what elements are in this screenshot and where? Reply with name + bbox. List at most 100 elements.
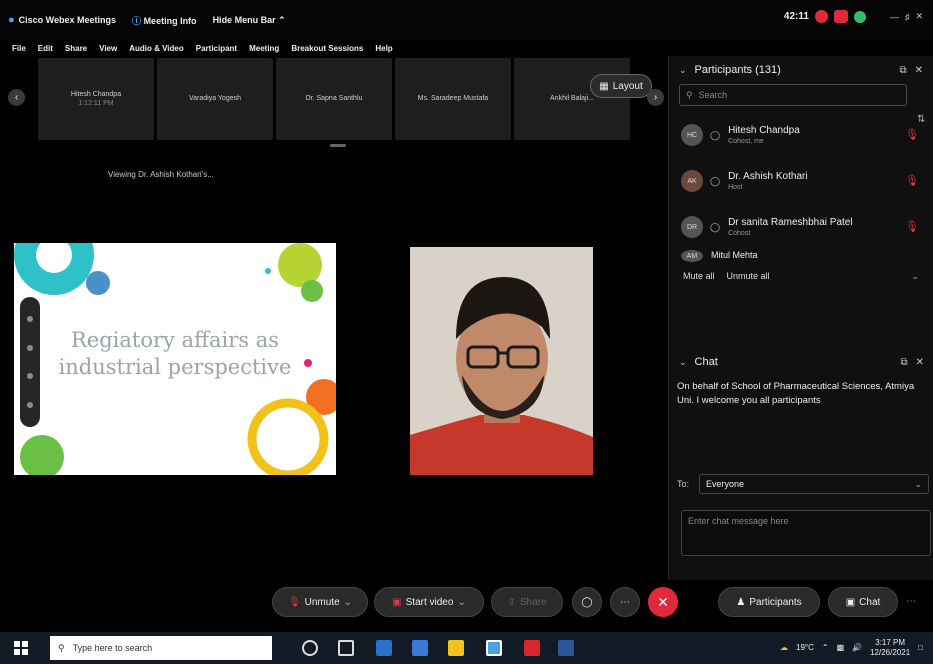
menu-help[interactable]: Help — [375, 44, 392, 53]
annotation-toolbar[interactable] — [20, 297, 40, 427]
strip-next-button[interactable]: › — [647, 89, 664, 106]
chevron-down-icon: ⌄ — [914, 478, 922, 489]
pin-icon[interactable]: ♯ — [905, 12, 910, 22]
close-panel-icon[interactable]: ✕ — [916, 357, 924, 368]
minimize-icon[interactable]: — — [890, 12, 899, 22]
notification-icon[interactable]: □ — [918, 643, 923, 652]
clock-time: 3:17 PM — [875, 638, 906, 647]
audio-icon: ◯ — [710, 175, 721, 186]
chevron-down-icon[interactable]: ⌄ — [344, 597, 352, 608]
resize-handle[interactable] — [330, 144, 346, 147]
recipient-select[interactable]: Everyone ⌄ — [699, 474, 929, 494]
participant-thumbnail[interactable]: Varadiya Yogesh — [157, 58, 273, 140]
thumbnail-name: Ankhil Balaji... — [550, 95, 594, 103]
avatar: DR — [681, 216, 703, 238]
side-panel: ⌄ Participants (131) ⧉ ✕ ⚲ Search ⇅ HC ◯ … — [668, 56, 933, 580]
close-panel-icon[interactable]: ✕ — [915, 65, 923, 76]
leave-meeting-button[interactable]: ✕ — [648, 587, 678, 617]
popout-icon[interactable]: ⧉ — [900, 357, 907, 368]
webex-logo-icon: ● — [8, 14, 15, 26]
menu-share[interactable]: Share — [65, 44, 87, 53]
participant-name: Dr. Ashish Kothari — [728, 171, 808, 182]
more-icon: ⋯ — [620, 596, 630, 608]
word-icon[interactable] — [558, 640, 574, 656]
unmute-all-button[interactable]: Unmute all — [727, 271, 770, 281]
task-view-icon[interactable] — [338, 640, 354, 656]
zoom-icon[interactable] — [27, 373, 33, 380]
menu-edit[interactable]: Edit — [38, 44, 53, 53]
mute-all-button[interactable]: Mute all — [683, 271, 715, 281]
title-bar: ● Cisco Webex Meetings ⓘ Meeting Info Hi… — [0, 0, 933, 40]
record-stop-icon[interactable] — [833, 10, 848, 23]
close-icon[interactable]: ✕ — [915, 11, 923, 22]
menu-breakout-sessions[interactable]: Breakout Sessions — [291, 44, 363, 53]
taskbar-search-input[interactable]: ⚲ Type here to search — [50, 636, 272, 660]
acrobat-icon[interactable] — [524, 640, 540, 656]
mic-muted-icon[interactable]: 🎙 — [905, 128, 919, 141]
chevron-down-icon[interactable]: ⌄ — [679, 65, 687, 76]
cortana-icon[interactable] — [302, 640, 318, 656]
chevron-down-icon[interactable]: ⌄ — [457, 597, 465, 608]
chevron-down-icon[interactable]: ⌄ — [911, 271, 919, 282]
record-button[interactable]: ◯ — [572, 587, 602, 617]
unmute-label: Unmute — [304, 596, 340, 608]
menu-participant[interactable]: Participant — [196, 44, 237, 53]
share-button[interactable]: ⇧ Share — [491, 587, 563, 617]
menu-view[interactable]: View — [99, 44, 117, 53]
recording-icon[interactable] — [814, 10, 828, 23]
participant-thumbnail[interactable]: Dr. Sapna Santhlu — [276, 58, 392, 140]
viewing-label: Viewing Dr. Ashish Kothari's... — [108, 170, 214, 179]
menu-audio-video[interactable]: Audio & Video — [129, 44, 184, 53]
popout-icon[interactable]: ⧉ — [899, 65, 906, 76]
volume-icon[interactable]: 🔊 — [852, 643, 862, 652]
participant-search-input[interactable]: ⚲ Search — [679, 84, 907, 106]
chevron-up-icon[interactable]: ⌃ — [822, 643, 829, 652]
menu-file[interactable]: File — [12, 44, 26, 53]
thumbnail-name: Hitesh Chandpa — [70, 90, 122, 98]
meeting-info-button[interactable]: ⓘ Meeting Info — [132, 14, 197, 27]
mic-muted-icon[interactable]: 🎙 — [905, 220, 919, 233]
participant-role: Cohost, me — [728, 138, 764, 145]
start-video-button[interactable]: ▣ Start video ⌄ — [374, 587, 484, 617]
webex-taskbar-icon[interactable] — [486, 640, 502, 656]
hide-menu-bar-label: Hide Menu Bar — [212, 14, 276, 25]
more-icon[interactable] — [27, 401, 33, 408]
participant-name: Mitul Mehta — [711, 250, 758, 260]
participant-thumbnail[interactable]: Ankhil Balaji... — [514, 58, 630, 140]
participant-row[interactable]: AM Mitul Mehta — [669, 250, 933, 268]
windows-start-icon[interactable] — [14, 641, 28, 655]
layout-label: Layout — [612, 80, 643, 92]
layout-button[interactable]: ▦ Layout — [590, 74, 652, 98]
participant-row[interactable]: DR ◯ Dr sanita Rameshbhai Patel Cohost 🎙 — [669, 204, 933, 250]
chevron-left-icon: ‹ — [14, 92, 19, 103]
participant-thumbnail[interactable]: Ms. Saradeep Mustafa — [395, 58, 511, 140]
audio-icon: ◯ — [710, 129, 721, 140]
file-explorer-icon[interactable] — [448, 640, 464, 656]
chat-input[interactable]: Enter chat message here — [681, 510, 931, 556]
participant-thumbnail[interactable]: Hitesh Chandpa 1:12:11 PM — [38, 58, 154, 140]
menu-meeting[interactable]: Meeting — [249, 44, 279, 53]
close-icon: ✕ — [657, 593, 669, 610]
chat-button[interactable]: ▣ Chat — [828, 587, 898, 617]
unmute-button[interactable]: 🎙 Unmute ⌄ — [272, 587, 368, 617]
participants-header[interactable]: ⌄ Participants (131) ⧉ ✕ — [669, 56, 933, 84]
edge-icon[interactable] — [412, 640, 428, 656]
chevron-down-icon[interactable]: ⌄ — [679, 357, 687, 368]
clock[interactable]: 3:17 PM 12/26/2021 — [870, 638, 910, 657]
participant-row[interactable]: AK ◯ Dr. Ashish Kothari Host 🎙 — [669, 158, 933, 204]
chrome-icon[interactable] — [376, 640, 392, 656]
info-icon: ⓘ — [132, 15, 142, 26]
hide-menu-bar-button[interactable]: Hide Menu Bar ⌃ — [213, 15, 286, 26]
participant-row[interactable]: HC ◯ Hitesh Chandpa Cohost, me 🎙 — [669, 112, 933, 158]
more-options-button[interactable]: ⋯ — [610, 587, 640, 617]
network-icon[interactable]: ▩ — [837, 643, 845, 652]
chat-header[interactable]: ⌄ Chat ⧉ ✕ — [669, 348, 933, 376]
strip-prev-button[interactable]: ‹ — [8, 89, 25, 106]
pen-icon[interactable] — [27, 344, 33, 351]
more-panels-icon[interactable]: ⋯ — [906, 596, 916, 607]
mic-muted-icon[interactable]: 🎙 — [905, 174, 919, 187]
avatar: AM — [681, 250, 703, 262]
pointer-icon[interactable] — [27, 316, 33, 323]
slide-title-line1: Regiatory affairs as — [70, 328, 280, 352]
participants-button[interactable]: ♟ Participants — [718, 587, 820, 617]
